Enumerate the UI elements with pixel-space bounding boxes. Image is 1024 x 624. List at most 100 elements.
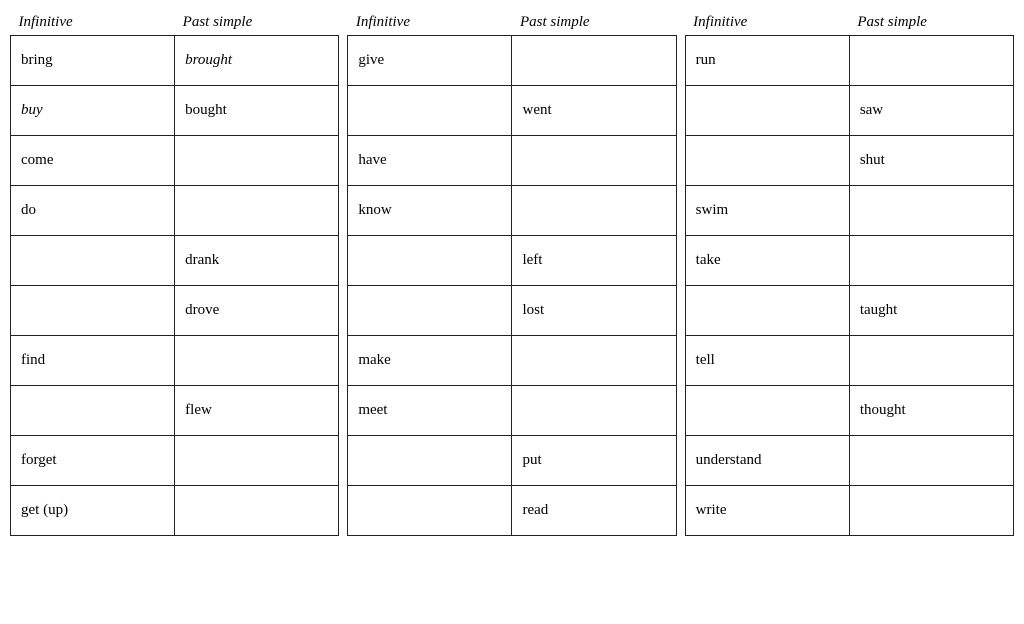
table-row: bringbrought — [11, 36, 339, 86]
table-row: have — [348, 136, 676, 186]
table-row: taught — [685, 286, 1013, 336]
table-separator — [677, 10, 685, 536]
past-simple-cell — [849, 186, 1013, 236]
past-simple-cell — [512, 386, 676, 436]
infinitive-cell: meet — [348, 386, 512, 436]
infinitive-cell — [11, 386, 175, 436]
past-simple-cell: left — [512, 236, 676, 286]
past-simple-cell: brought — [175, 36, 339, 86]
infinitive-cell — [685, 136, 849, 186]
header-past-simple-table-1: Past simple — [175, 10, 339, 36]
infinitive-cell — [11, 286, 175, 336]
infinitive-cell: do — [11, 186, 175, 236]
table-row: do — [11, 186, 339, 236]
header-past-simple-table-2: Past simple — [512, 10, 676, 36]
past-simple-cell — [175, 186, 339, 236]
table-row: give — [348, 36, 676, 86]
past-simple-cell — [512, 36, 676, 86]
table-separator — [339, 10, 347, 536]
infinitive-cell: swim — [685, 186, 849, 236]
table-row: swim — [685, 186, 1013, 236]
past-simple-cell: thought — [849, 386, 1013, 436]
past-simple-cell: went — [512, 86, 676, 136]
table-row: read — [348, 486, 676, 536]
infinitive-cell — [348, 86, 512, 136]
table-row: drank — [11, 236, 339, 286]
infinitive-cell: understand — [685, 436, 849, 486]
past-simple-cell — [849, 36, 1013, 86]
table-row: know — [348, 186, 676, 236]
table-row: saw — [685, 86, 1013, 136]
past-simple-cell: flew — [175, 386, 339, 436]
verb-table-1: InfinitivePast simplebringbroughtbuyboug… — [10, 10, 339, 536]
infinitive-cell — [685, 386, 849, 436]
table-row: left — [348, 236, 676, 286]
past-simple-cell — [512, 336, 676, 386]
table-row: went — [348, 86, 676, 136]
infinitive-cell: tell — [685, 336, 849, 386]
infinitive-cell — [348, 286, 512, 336]
infinitive-cell — [11, 236, 175, 286]
infinitive-cell: buy — [11, 86, 175, 136]
infinitive-cell: forget — [11, 436, 175, 486]
table-row: lost — [348, 286, 676, 336]
past-simple-cell — [849, 336, 1013, 386]
tables-container: InfinitivePast simplebringbroughtbuyboug… — [10, 10, 1014, 536]
past-simple-cell: bought — [175, 86, 339, 136]
past-simple-cell — [849, 236, 1013, 286]
past-simple-cell — [849, 486, 1013, 536]
table-row: find — [11, 336, 339, 386]
table-row: run — [685, 36, 1013, 86]
table-row: thought — [685, 386, 1013, 436]
verb-table-2: InfinitivePast simplegivewenthaveknowlef… — [347, 10, 676, 536]
infinitive-cell: run — [685, 36, 849, 86]
header-infinitive-table-2: Infinitive — [348, 10, 512, 36]
past-simple-cell: taught — [849, 286, 1013, 336]
infinitive-cell: find — [11, 336, 175, 386]
past-simple-cell — [512, 136, 676, 186]
table-row: write — [685, 486, 1013, 536]
table-row: take — [685, 236, 1013, 286]
table-row: come — [11, 136, 339, 186]
verb-table-3: InfinitivePast simplerunsawshutswimtaket… — [685, 10, 1014, 536]
past-simple-cell: lost — [512, 286, 676, 336]
past-simple-cell — [175, 486, 339, 536]
infinitive-cell — [348, 436, 512, 486]
table-row: make — [348, 336, 676, 386]
infinitive-cell: know — [348, 186, 512, 236]
header-past-simple-table-3: Past simple — [849, 10, 1013, 36]
infinitive-cell — [685, 86, 849, 136]
infinitive-cell: write — [685, 486, 849, 536]
past-simple-cell — [512, 186, 676, 236]
infinitive-cell — [348, 486, 512, 536]
past-simple-cell: read — [512, 486, 676, 536]
header-infinitive-table-1: Infinitive — [11, 10, 175, 36]
infinitive-cell — [348, 236, 512, 286]
infinitive-cell: come — [11, 136, 175, 186]
page-wrapper: InfinitivePast simplebringbroughtbuyboug… — [10, 10, 1014, 536]
infinitive-cell: make — [348, 336, 512, 386]
header-infinitive-table-3: Infinitive — [685, 10, 849, 36]
past-simple-cell: put — [512, 436, 676, 486]
infinitive-cell: take — [685, 236, 849, 286]
past-simple-cell — [849, 436, 1013, 486]
table-row: flew — [11, 386, 339, 436]
table-row: forget — [11, 436, 339, 486]
past-simple-cell: saw — [849, 86, 1013, 136]
table-row: put — [348, 436, 676, 486]
table-row: tell — [685, 336, 1013, 386]
past-simple-cell — [175, 436, 339, 486]
table-row: drove — [11, 286, 339, 336]
infinitive-cell: have — [348, 136, 512, 186]
infinitive-cell — [685, 286, 849, 336]
infinitive-cell: get (up) — [11, 486, 175, 536]
table-row: understand — [685, 436, 1013, 486]
past-simple-cell: drove — [175, 286, 339, 336]
table-row: meet — [348, 386, 676, 436]
table-row: get (up) — [11, 486, 339, 536]
infinitive-cell: give — [348, 36, 512, 86]
table-row: buybought — [11, 86, 339, 136]
infinitive-cell: bring — [11, 36, 175, 86]
past-simple-cell — [175, 136, 339, 186]
past-simple-cell: drank — [175, 236, 339, 286]
